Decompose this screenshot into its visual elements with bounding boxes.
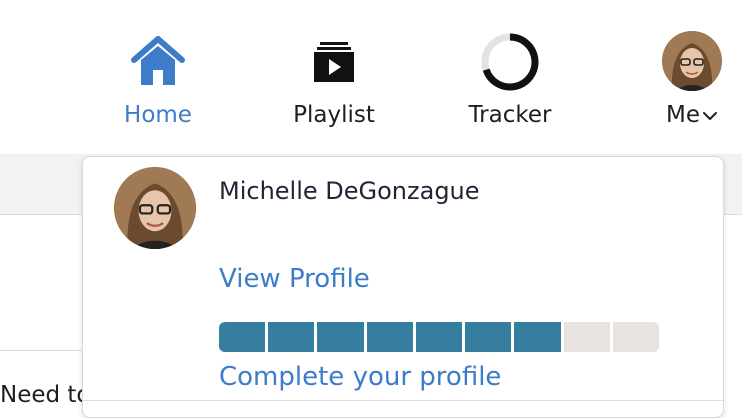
progress-segment [465, 322, 512, 352]
progress-segment [514, 322, 561, 352]
view-profile-link[interactable]: View Profile [219, 264, 370, 294]
progress-segment [317, 322, 364, 352]
playlist-icon [314, 42, 354, 82]
progress-segment [268, 322, 315, 352]
nav-me-label: Me [642, 101, 742, 129]
tracker-icon [481, 33, 539, 91]
content-partial-text: Need to [0, 382, 91, 408]
nav-home-label: Home [124, 102, 192, 128]
nav-me[interactable]: Me [642, 0, 742, 154]
nav-playlist[interactable]: Playlist [284, 0, 384, 154]
profile-dropdown: Michelle DeGonzague View Profile Complet… [82, 156, 724, 418]
chevron-down-icon [703, 111, 717, 120]
nav-tracker[interactable]: Tracker [460, 0, 560, 154]
dropdown-divider [83, 400, 723, 401]
nav-home[interactable]: Home [108, 0, 208, 154]
progress-segment [563, 322, 610, 352]
profile-avatar[interactable] [114, 167, 196, 249]
home-icon [131, 36, 185, 85]
nav-tracker-label: Tracker [468, 102, 552, 128]
progress-segment [219, 322, 266, 352]
progress-segment [612, 322, 659, 352]
avatar[interactable] [662, 31, 722, 91]
progress-segment [415, 322, 463, 352]
complete-profile-link[interactable]: Complete your profile [219, 362, 501, 392]
progress-segment [366, 322, 413, 352]
profile-completion-progress [219, 322, 659, 352]
nav-playlist-label: Playlist [293, 102, 375, 128]
me-label: Me [666, 102, 700, 128]
content-divider [0, 350, 90, 351]
top-navigation-bar: Home Playlist Tracker Me [0, 0, 742, 154]
profile-name: Michelle DeGonzague [219, 177, 480, 205]
